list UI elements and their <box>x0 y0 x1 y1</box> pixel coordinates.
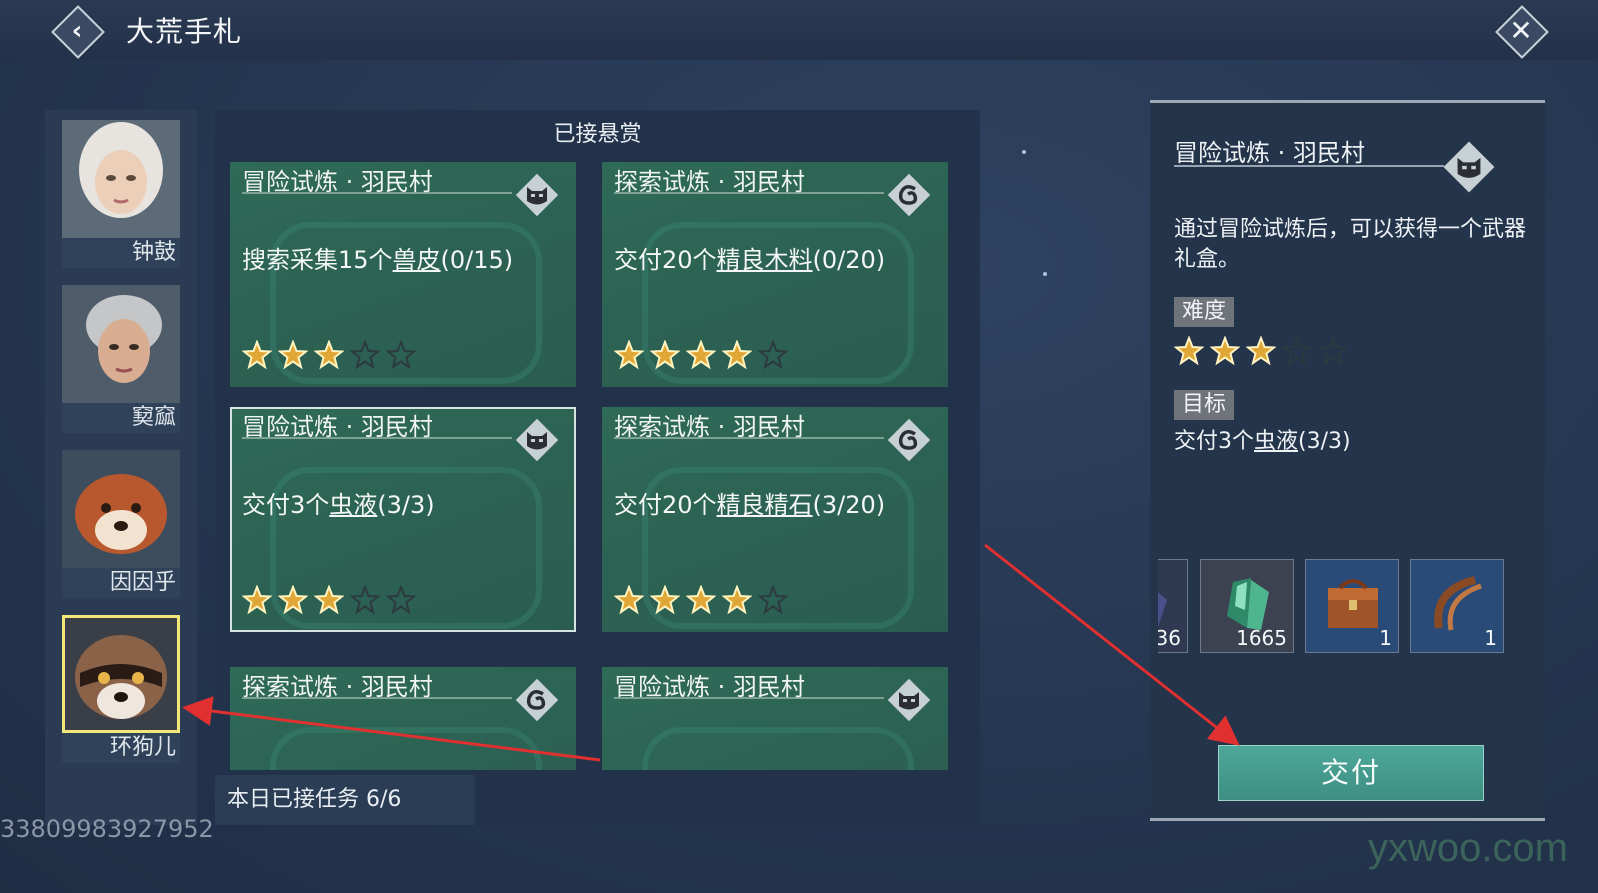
target-text: 交付3个虫液(3/3) <box>1174 429 1351 454</box>
star-empty-icon <box>385 339 417 370</box>
top-bar: ‹ 大荒手札 ✕ <box>0 0 1598 60</box>
watermark: yxwoo.com <box>1367 826 1568 870</box>
sky-star <box>1043 272 1047 276</box>
star-empty-icon <box>349 339 381 370</box>
star-filled-icon <box>277 584 309 615</box>
treasure-chest-icon <box>1328 579 1378 628</box>
close-button[interactable]: ✕ <box>1495 5 1549 59</box>
star-filled-icon <box>613 584 645 615</box>
panel-header: 已接悬赏 <box>553 122 642 147</box>
task-text: 交付20个精良木料(0/20) <box>614 246 886 274</box>
reward-item[interactable]: 36 <box>1158 559 1188 653</box>
reward-list[interactable]: 36 1665 1 1 <box>1158 559 1528 655</box>
difficulty-label: 难度 <box>1174 297 1235 327</box>
detail-description: 通过冒险试炼后，可以获得一个武器礼盒。 <box>1174 217 1527 272</box>
reward-item[interactable]: 1 <box>1410 559 1504 653</box>
star-filled-icon <box>241 584 273 615</box>
avatar <box>62 450 180 568</box>
swirl-icon <box>886 417 932 463</box>
task-item-link[interactable]: 精良精石 <box>717 491 813 519</box>
bounty-card[interactable]: 冒险试炼 · 羽民村 搜索采集15个兽皮(0/15) <box>230 162 576 387</box>
reward-count: 1 <box>1484 626 1497 650</box>
mask-icon <box>1441 139 1497 195</box>
reward-count: 1 <box>1379 626 1392 650</box>
close-icon: ✕ <box>1509 14 1533 47</box>
task-item-link[interactable]: 兽皮 <box>393 246 441 274</box>
reward-item[interactable]: 1 <box>1305 559 1399 653</box>
bounty-card-list[interactable]: 冒险试炼 · 羽民村 搜索采集15个兽皮(0/15) 探索试炼 · 羽民村 交付… <box>230 162 965 770</box>
accepted-bounties-panel: 已接悬赏 冒险试炼 · 羽民村 搜索采集15个兽皮(0/15) 探索试炼 · 羽… <box>215 110 980 825</box>
reward-count: 36 <box>1158 626 1181 650</box>
star-filled-icon <box>1209 335 1241 366</box>
character-name: 环狗儿 <box>62 733 180 763</box>
character-name: 因因乎 <box>62 568 180 598</box>
star-empty-icon <box>757 339 789 370</box>
character-item[interactable]: 窫窳 <box>62 285 180 435</box>
bounty-card[interactable]: 探索试炼 · 羽民村 交付20个精良精石(3/20) <box>602 407 948 632</box>
star-filled-icon <box>721 584 753 615</box>
difficulty-stars <box>241 584 422 619</box>
mask-icon <box>886 677 932 723</box>
chevron-left-icon: ‹ <box>71 16 83 46</box>
bounty-detail-panel: 冒险试炼 · 羽民村 通过冒险试炼后，可以获得一个武器礼盒。 难度 目标 交付3… <box>1150 100 1545 821</box>
player-id: 33809983927952 <box>0 815 214 843</box>
task-text: 交付20个精良精石(3/20) <box>614 491 886 519</box>
star-filled-icon <box>685 584 717 615</box>
swirl-icon <box>514 677 560 723</box>
bounty-card[interactable]: 探索试炼 · 羽民村 <box>230 667 576 770</box>
star-filled-icon <box>313 584 345 615</box>
page-title: 大荒手札 <box>126 15 243 48</box>
task-text: 交付3个虫液(3/3) <box>242 491 435 519</box>
star-filled-icon <box>685 339 717 370</box>
star-filled-icon <box>721 339 753 370</box>
target-item-link[interactable]: 虫液 <box>1254 429 1298 454</box>
bounty-card[interactable]: 冒险试炼 · 羽民村 <box>602 667 948 770</box>
horn-bow-icon <box>1434 576 1482 631</box>
star-filled-icon <box>649 584 681 615</box>
avatar <box>62 615 180 733</box>
star-filled-icon <box>313 339 345 370</box>
task-text: 搜索采集15个兽皮(0/15) <box>242 246 514 274</box>
target-label: 目标 <box>1174 390 1235 420</box>
star-filled-icon <box>1173 335 1205 366</box>
mask-icon <box>514 417 560 463</box>
character-name: 钟鼓 <box>62 238 180 268</box>
reward-item[interactable]: 1665 <box>1200 559 1294 653</box>
character-item[interactable]: 钟鼓 <box>62 120 180 270</box>
detail-title: 冒险试炼 · 羽民村 <box>1174 139 1365 167</box>
back-button[interactable]: ‹ <box>51 5 105 59</box>
task-item-link[interactable]: 虫液 <box>329 491 377 519</box>
character-item-selected[interactable]: 环狗儿 <box>62 615 180 765</box>
star-empty-icon <box>1317 335 1349 366</box>
bounty-card[interactable]: 探索试炼 · 羽民村 交付20个精良木料(0/20) <box>602 162 948 387</box>
star-empty-icon <box>1281 335 1313 366</box>
character-name: 窫窳 <box>62 403 180 433</box>
reward-count: 1665 <box>1236 626 1287 650</box>
difficulty-stars <box>613 339 794 374</box>
star-empty-icon <box>385 584 417 615</box>
daily-task-count: 本日已接任务 6/6 <box>215 775 475 825</box>
star-filled-icon <box>241 339 273 370</box>
character-list: 钟鼓 窫窳 因因乎 环狗儿 <box>45 110 197 825</box>
star-filled-icon <box>649 339 681 370</box>
mask-icon <box>514 172 560 218</box>
avatar <box>62 285 180 403</box>
task-item-link[interactable]: 精良木料 <box>717 246 813 274</box>
difficulty-stars <box>1173 335 1354 370</box>
difficulty-stars <box>613 584 794 619</box>
star-empty-icon <box>757 584 789 615</box>
star-empty-icon <box>349 584 381 615</box>
difficulty-stars <box>241 339 422 374</box>
star-filled-icon <box>1245 335 1277 366</box>
star-filled-icon <box>613 339 645 370</box>
avatar <box>62 120 180 238</box>
swirl-icon <box>886 172 932 218</box>
submit-button[interactable]: 交付 <box>1218 745 1484 801</box>
sky-star <box>1022 150 1026 154</box>
bounty-card-selected[interactable]: 冒险试炼 · 羽民村 交付3个虫液(3/3) <box>230 407 576 632</box>
character-item[interactable]: 因因乎 <box>62 450 180 600</box>
star-filled-icon <box>277 339 309 370</box>
